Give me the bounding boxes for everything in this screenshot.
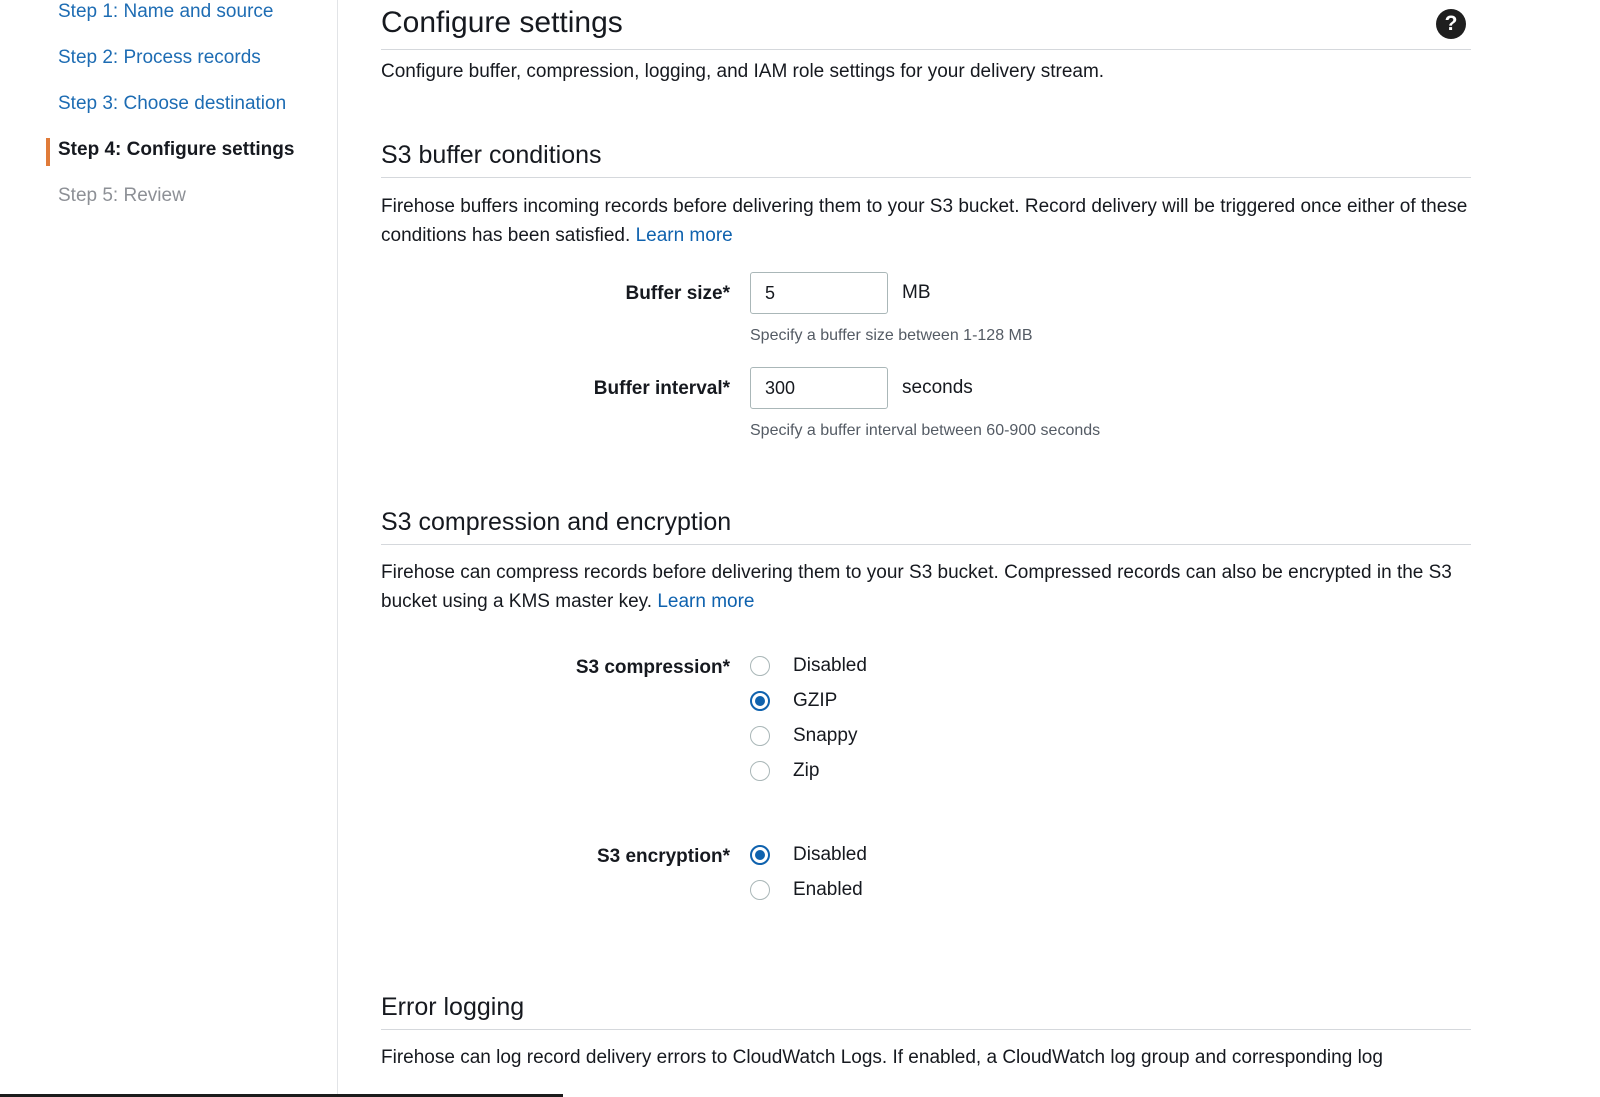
radio-label: GZIP	[793, 690, 838, 711]
active-step-marker	[46, 138, 50, 166]
logging-description: Firehose can log record delivery errors …	[381, 1047, 1383, 1068]
radio-checked-icon[interactable]	[750, 845, 770, 865]
compression-option-zip[interactable]: Zip	[750, 758, 819, 784]
radio-label: Disabled	[793, 844, 867, 865]
radio-label: Snappy	[793, 725, 858, 746]
buffer-description-text: Firehose buffers incoming records before…	[381, 196, 1468, 246]
step-2-link[interactable]: Step 2: Process records	[58, 46, 261, 70]
logging-section-divider	[381, 1029, 1471, 1030]
radio-label: Enabled	[793, 879, 863, 900]
buffer-interval-input[interactable]	[750, 367, 888, 409]
buffer-description: Firehose buffers incoming records before…	[381, 192, 1471, 250]
radio-unchecked-icon[interactable]	[750, 761, 770, 781]
radio-unchecked-icon[interactable]	[750, 656, 770, 676]
wizard-steps-sidebar: Step 1: Name and source Step 2: Process …	[0, 0, 338, 1097]
compression-option-disabled[interactable]: Disabled	[750, 653, 867, 679]
compression-learn-more-link[interactable]: Learn more	[657, 591, 754, 612]
compression-description: Firehose can compress records before del…	[381, 558, 1471, 616]
buffer-learn-more-link[interactable]: Learn more	[636, 225, 733, 246]
compression-option-gzip[interactable]: GZIP	[750, 688, 837, 714]
buffer-interval-label: Buffer interval*	[593, 378, 730, 399]
page-description: Configure buffer, compression, logging, …	[381, 61, 1105, 82]
logging-section-title: Error logging	[381, 993, 525, 1021]
s3-encryption-label: S3 encryption*	[596, 846, 730, 867]
radio-label: Zip	[793, 760, 820, 781]
step-3-link[interactable]: Step 3: Choose destination	[58, 92, 286, 116]
buffer-size-unit: MB	[902, 282, 931, 303]
radio-label: Disabled	[793, 655, 867, 676]
buffer-size-input[interactable]	[750, 272, 888, 314]
encryption-option-enabled[interactable]: Enabled	[750, 877, 863, 903]
radio-unchecked-icon[interactable]	[750, 726, 770, 746]
s3-compression-label: S3 compression*	[575, 657, 730, 678]
buffer-section-title: S3 buffer conditions	[381, 141, 602, 169]
buffer-section-divider	[381, 177, 1471, 178]
page-title: Configure settings	[381, 6, 623, 39]
step-4-current: Step 4: Configure settings	[58, 139, 295, 160]
buffer-interval-hint: Specify a buffer interval between 60-900…	[750, 422, 1101, 439]
radio-checked-icon[interactable]	[750, 691, 770, 711]
step-1-link[interactable]: Step 1: Name and source	[58, 0, 273, 24]
radio-unchecked-icon[interactable]	[750, 880, 770, 900]
question-circle-icon[interactable]: ?	[1436, 9, 1466, 39]
buffer-size-label: Buffer size*	[625, 283, 730, 304]
encryption-option-disabled[interactable]: Disabled	[750, 842, 867, 868]
step-5-disabled: Step 5: Review	[58, 185, 186, 206]
compression-section-title: S3 compression and encryption	[381, 508, 732, 536]
buffer-interval-unit: seconds	[902, 377, 973, 398]
title-divider	[381, 49, 1471, 50]
buffer-size-hint: Specify a buffer size between 1-128 MB	[750, 327, 1033, 344]
compression-description-text: Firehose can compress records before del…	[381, 562, 1452, 612]
compression-option-snappy[interactable]: Snappy	[750, 723, 857, 749]
compression-section-divider	[381, 544, 1471, 545]
